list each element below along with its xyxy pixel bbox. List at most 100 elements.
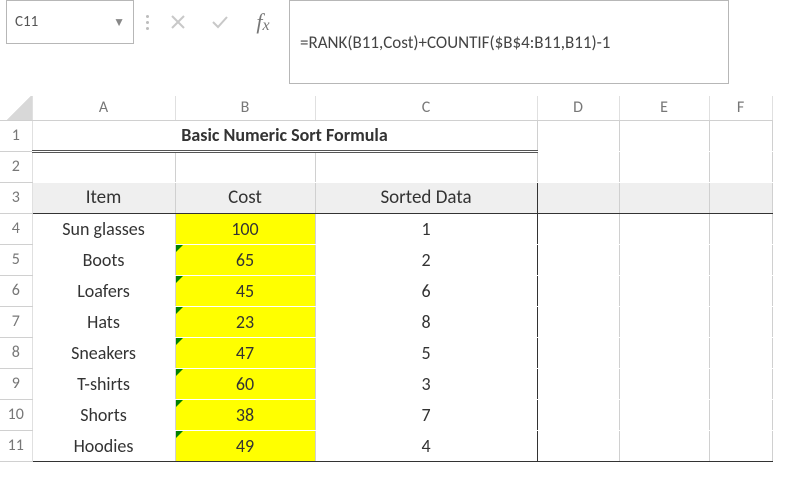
table-cell-cost[interactable]: 65 [175,244,315,275]
table-header-sorted[interactable]: Sorted Data [315,182,537,213]
row-header[interactable]: 9 [0,368,32,399]
table-header-item[interactable]: Item [32,182,175,213]
cell[interactable] [619,182,709,213]
cell[interactable] [537,368,619,399]
column-header[interactable]: E [619,96,709,120]
error-indicator-icon[interactable] [176,276,183,283]
error-indicator-icon[interactable] [176,400,183,407]
error-indicator-icon[interactable] [176,431,183,438]
row-header[interactable]: 2 [0,151,32,182]
enter-formula-button [203,0,237,44]
error-indicator-icon[interactable] [176,369,183,376]
table-cell-sorted[interactable]: 6 [315,275,537,306]
cell[interactable] [619,151,709,182]
insert-function-button[interactable]: fx [245,0,281,44]
cell[interactable] [619,213,709,244]
column-header[interactable]: A [32,96,175,120]
table-header-cost[interactable]: Cost [175,182,315,213]
cell[interactable] [709,306,772,337]
cell[interactable] [537,213,619,244]
cell[interactable] [537,182,619,213]
cell[interactable] [537,275,619,306]
table-cell-cost[interactable]: 60 [175,368,315,399]
column-header[interactable]: D [537,96,619,120]
x-icon [169,13,187,31]
table-cell-cost[interactable]: 100 [175,213,315,244]
row-header[interactable]: 5 [0,244,32,275]
cell[interactable] [537,306,619,337]
cell[interactable] [537,151,619,182]
error-indicator-icon[interactable] [176,307,183,314]
table-cell-item[interactable]: Shorts [32,399,175,430]
table-cell-cost[interactable]: 45 [175,275,315,306]
cell[interactable] [619,306,709,337]
table-cell-item[interactable]: Loafers [32,275,175,306]
cell[interactable] [32,151,175,182]
cell[interactable] [537,244,619,275]
table-cell-item[interactable]: Sneakers [32,337,175,368]
cell[interactable] [537,337,619,368]
cell[interactable] [619,430,709,461]
cell[interactable] [537,399,619,430]
select-all-corner[interactable] [0,96,32,120]
cell[interactable] [537,120,619,151]
column-header[interactable]: F [709,96,772,120]
cell[interactable] [175,151,315,182]
table-cell-cost[interactable]: 23 [175,306,315,337]
check-icon [210,13,230,31]
cell[interactable] [709,182,772,213]
cell[interactable] [537,430,619,461]
formula-text: =RANK(B11,Cost)+COUNTIF($B$4:B11,B11)-1 [300,32,610,53]
table-cell-sorted[interactable]: 2 [315,244,537,275]
table-cell-item[interactable]: Sun glasses [32,213,175,244]
error-indicator-icon[interactable] [176,338,183,345]
name-box[interactable]: C11 ▼ [6,0,134,44]
table-cell-item[interactable]: T-shirts [32,368,175,399]
cell[interactable] [709,120,772,151]
formula-bar: C11 ▼ fx =RANK(B11,Cost)+COUNTIF($B$4:B1… [0,0,809,44]
cell[interactable] [315,151,537,182]
cell[interactable] [709,399,772,430]
row-header[interactable]: 4 [0,213,32,244]
cell[interactable] [619,275,709,306]
row-header[interactable]: 10 [0,399,32,430]
table-cell-sorted[interactable]: 3 [315,368,537,399]
formula-input[interactable]: =RANK(B11,Cost)+COUNTIF($B$4:B11,B11)-1 [289,0,729,84]
table-cell-sorted[interactable]: 5 [315,337,537,368]
spreadsheet-grid[interactable]: A B C D E F 1 Basic Numeric Sort Formula… [0,96,773,462]
table-cell-cost[interactable]: 49 [175,430,315,461]
table-cell-sorted[interactable]: 1 [315,213,537,244]
table-cell-cost[interactable]: 47 [175,337,315,368]
cell[interactable] [619,368,709,399]
row-header[interactable]: 6 [0,275,32,306]
row-header[interactable]: 1 [0,120,32,151]
cell[interactable] [619,337,709,368]
row-header[interactable]: 3 [0,182,32,213]
table-cell-cost[interactable]: 38 [175,399,315,430]
row-header[interactable]: 7 [0,306,32,337]
error-indicator-icon[interactable] [176,245,183,252]
table-cell-item[interactable]: Hats [32,306,175,337]
chevron-down-icon[interactable]: ▼ [113,15,125,30]
table-cell-sorted[interactable]: 4 [315,430,537,461]
column-header[interactable]: B [175,96,315,120]
cell[interactable] [709,151,772,182]
row-header[interactable]: 11 [0,430,32,461]
cell[interactable] [709,430,772,461]
cell[interactable] [709,337,772,368]
table-cell-item[interactable]: Boots [32,244,175,275]
cell[interactable] [709,244,772,275]
table-cell-sorted[interactable]: 8 [315,306,537,337]
cell[interactable] [619,244,709,275]
cell[interactable] [709,368,772,399]
table-cell-sorted[interactable]: 7 [315,399,537,430]
page-title[interactable]: Basic Numeric Sort Formula [32,120,537,151]
cell[interactable] [619,120,709,151]
cell[interactable] [619,399,709,430]
separator-icon [142,0,153,44]
column-header[interactable]: C [315,96,537,120]
cell[interactable] [709,275,772,306]
cell[interactable] [709,213,772,244]
table-cell-item[interactable]: Hoodies [32,430,175,461]
row-header[interactable]: 8 [0,337,32,368]
